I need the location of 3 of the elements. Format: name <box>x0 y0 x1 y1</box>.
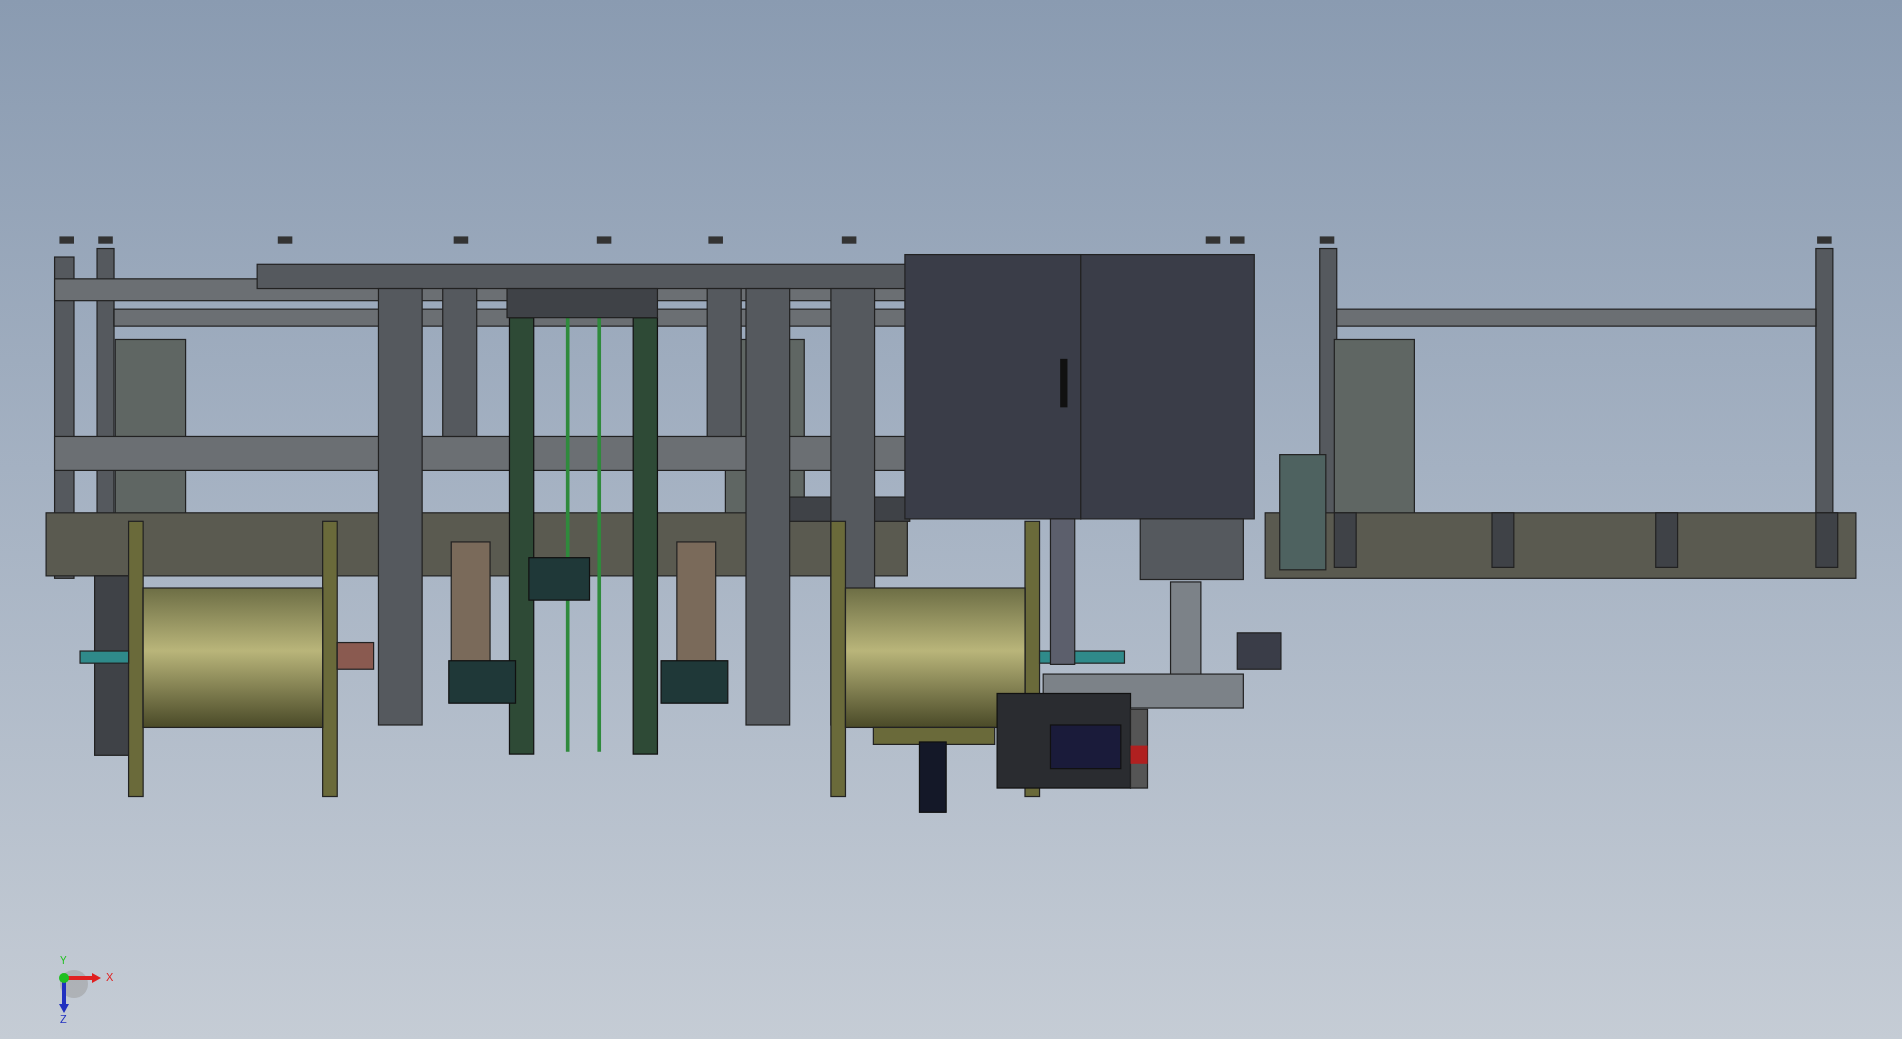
axis-label: Z <box>60 1014 67 1025</box>
axis-label: Y <box>60 956 67 966</box>
axis-label: X <box>106 972 114 983</box>
